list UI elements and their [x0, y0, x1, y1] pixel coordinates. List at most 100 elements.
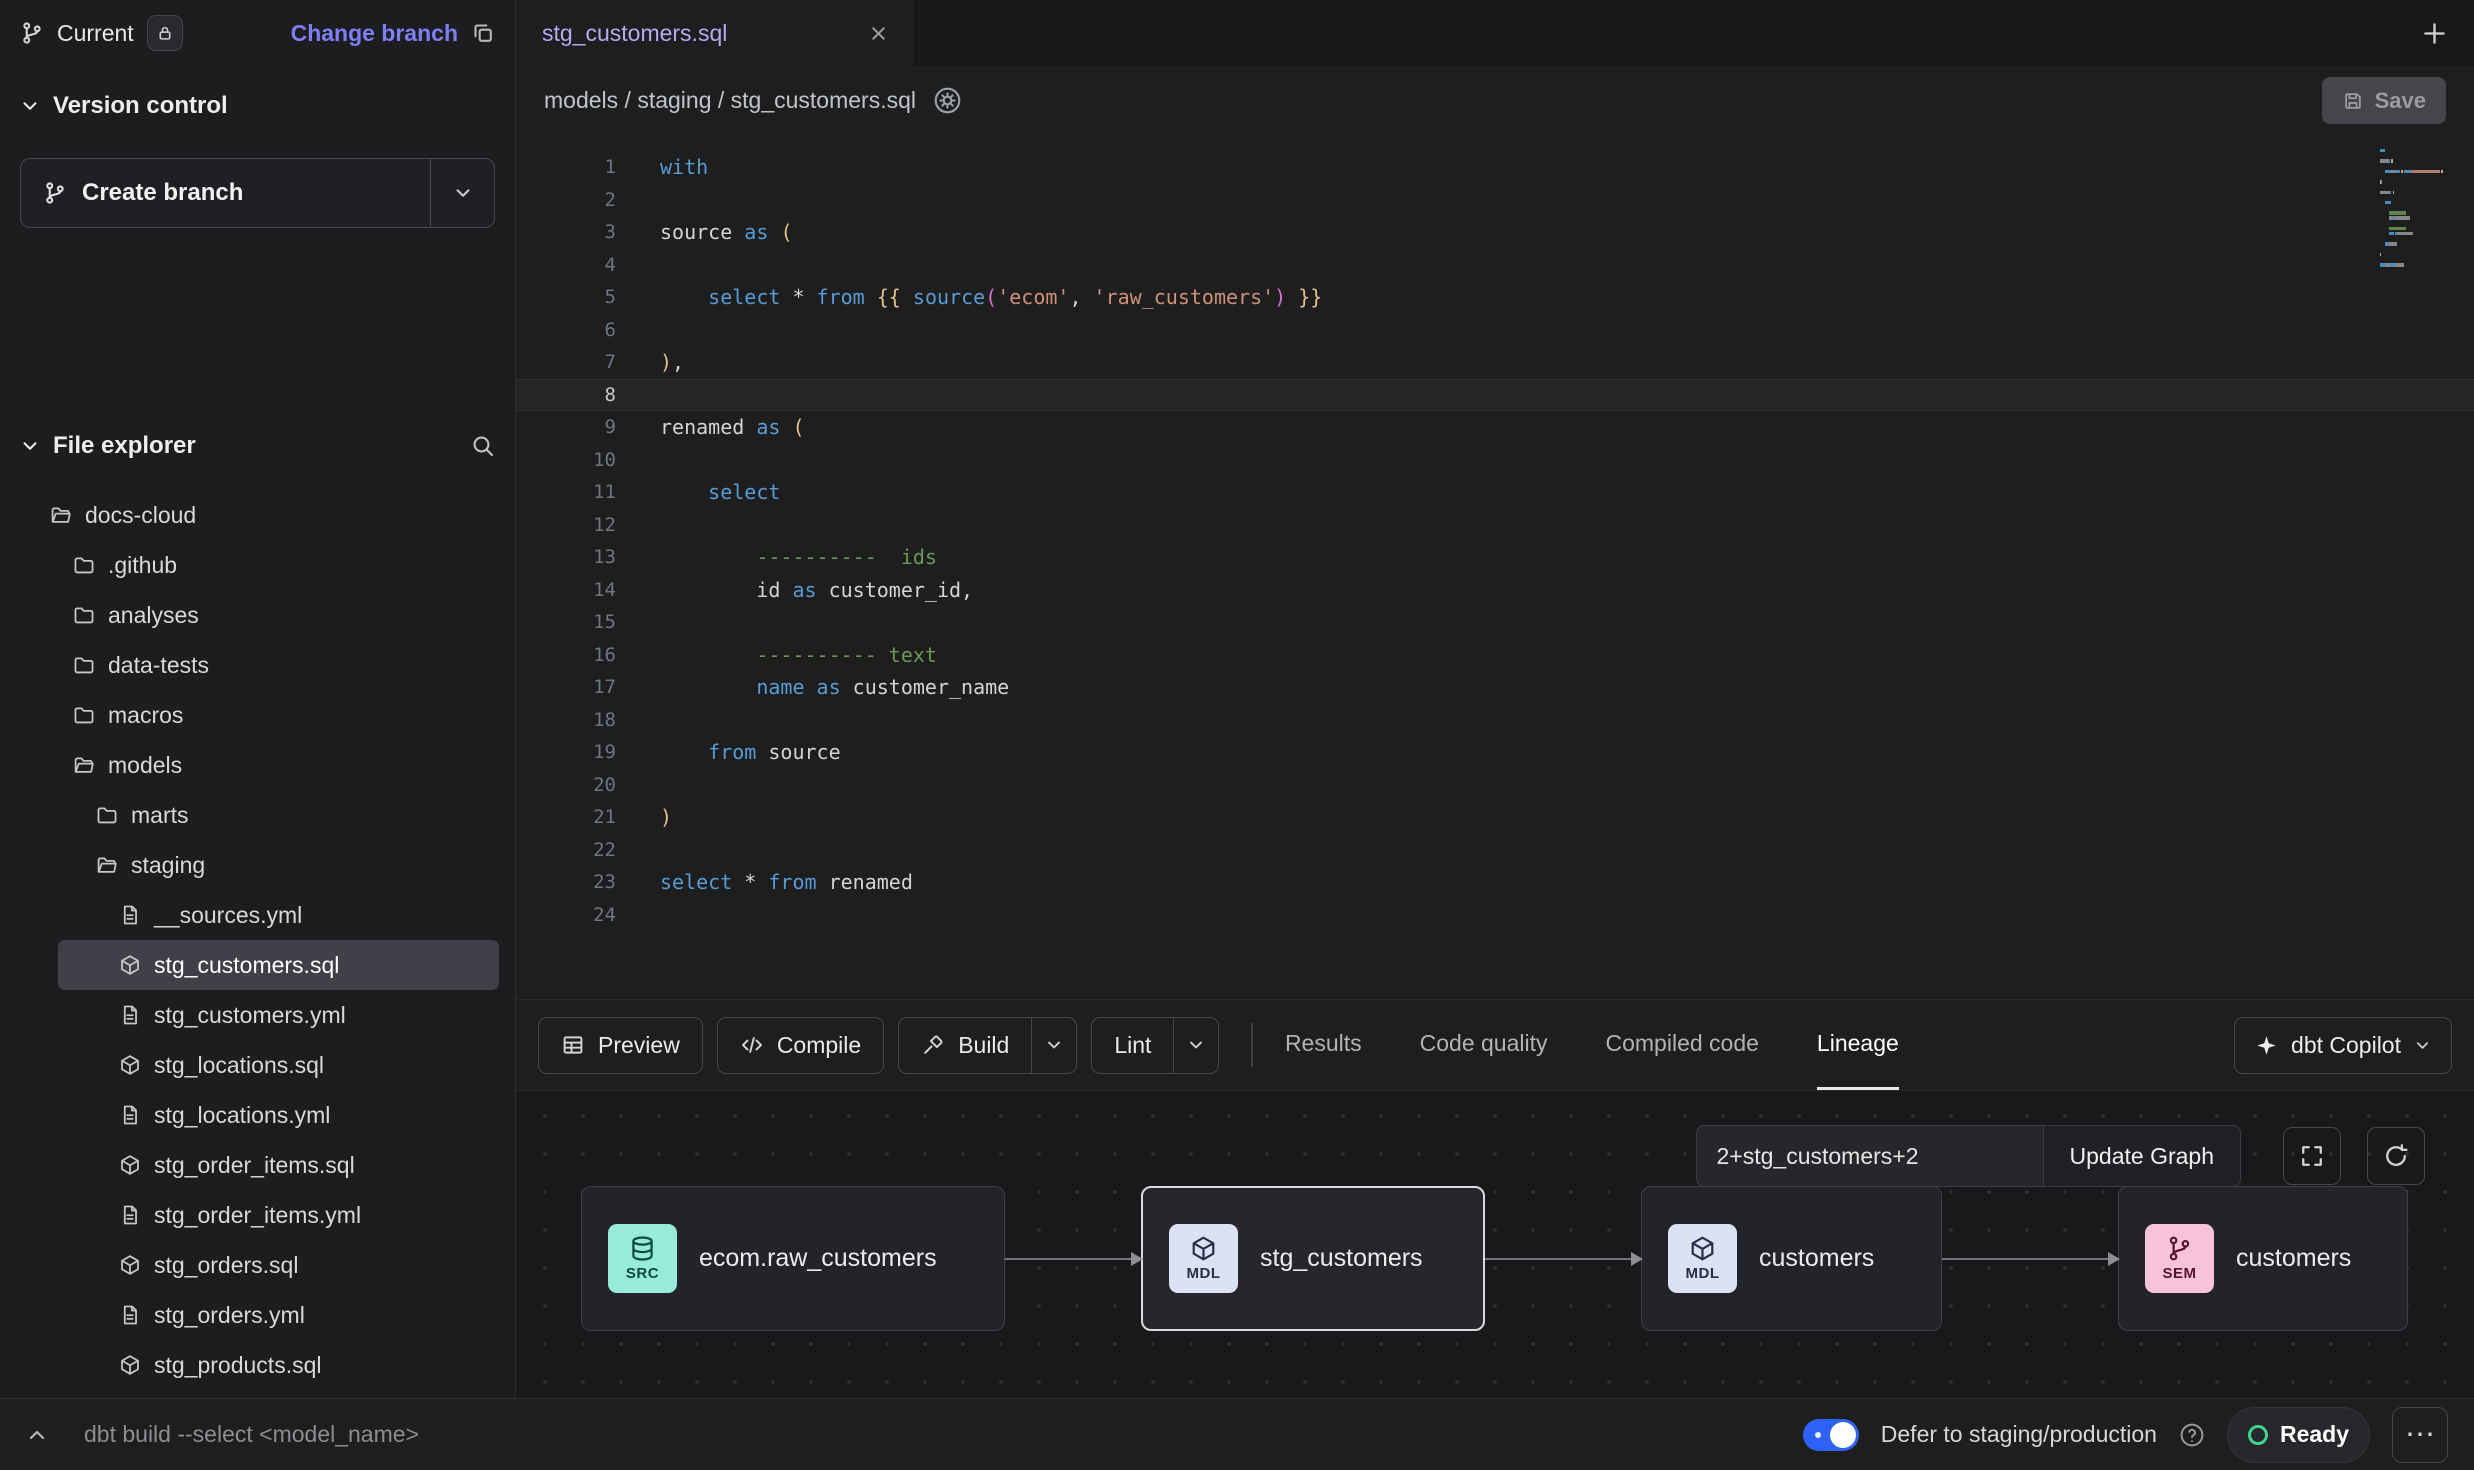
- dbt-copilot-button[interactable]: dbt Copilot: [2234, 1017, 2452, 1074]
- copy-icon[interactable]: [471, 21, 495, 45]
- code-line-18[interactable]: 18: [516, 704, 2474, 737]
- code-editor[interactable]: 1with23source as (45 select * from {{ so…: [516, 135, 2474, 999]
- line-number: 20: [516, 774, 616, 796]
- code-line-21[interactable]: 21): [516, 801, 2474, 834]
- code-line-4[interactable]: 4: [516, 249, 2474, 282]
- search-icon[interactable]: [471, 434, 495, 458]
- tree-item-stg_orders.yml[interactable]: stg_orders.yml: [0, 1290, 515, 1340]
- code-line-9[interactable]: 9renamed as (: [516, 411, 2474, 444]
- build-button[interactable]: Build: [898, 1017, 1031, 1074]
- line-number: 9: [516, 416, 616, 438]
- minimap[interactable]: [2380, 149, 2452, 274]
- copilot-label: dbt Copilot: [2291, 1032, 2401, 1059]
- refresh-button[interactable]: [2367, 1127, 2425, 1185]
- tree-item-.github[interactable]: .github: [0, 540, 515, 590]
- file-settings-icon[interactable]: [933, 86, 962, 115]
- lineage-node-stg-customers[interactable]: MDL stg_customers: [1141, 1186, 1485, 1331]
- tree-item-models[interactable]: models: [0, 740, 515, 790]
- code-line-23[interactable]: 23select * from renamed: [516, 866, 2474, 899]
- tree-item-macros[interactable]: macros: [0, 690, 515, 740]
- defer-toggle[interactable]: [1803, 1419, 1859, 1451]
- tab-stg-customers-sql[interactable]: stg_customers.sql: [516, 0, 916, 66]
- more-menu-button[interactable]: ⋯: [2392, 1407, 2448, 1463]
- code-line-10[interactable]: 10: [516, 444, 2474, 477]
- update-graph-button[interactable]: Update Graph: [2043, 1125, 2241, 1187]
- tree-item-__sources.yml[interactable]: __sources.yml: [0, 890, 515, 940]
- fullscreen-button[interactable]: [2283, 1127, 2341, 1185]
- tree-item-analyses[interactable]: analyses: [0, 590, 515, 640]
- version-control-section-header[interactable]: Version control: [0, 66, 515, 120]
- tree-item-marts[interactable]: marts: [0, 790, 515, 840]
- code-line-8[interactable]: 8: [516, 379, 2474, 412]
- code-line-17[interactable]: 17 name as customer_name: [516, 671, 2474, 704]
- main-area: stg_customers.sql models / staging / stg…: [516, 0, 2474, 1398]
- panel-tab-code-quality[interactable]: Code quality: [1420, 1000, 1548, 1090]
- code-line-16[interactable]: 16 ---------- text: [516, 639, 2474, 672]
- code-line-19[interactable]: 19 from source: [516, 736, 2474, 769]
- new-tab-button[interactable]: [2395, 20, 2474, 47]
- panel-tab-compiled-code[interactable]: Compiled code: [1606, 1000, 1759, 1090]
- tree-item-stg_locations.yml[interactable]: stg_locations.yml: [0, 1090, 515, 1140]
- tree-item-stg_customers.sql[interactable]: stg_customers.sql: [58, 940, 499, 990]
- compile-button[interactable]: Compile: [717, 1017, 884, 1074]
- create-branch-main[interactable]: Create branch: [21, 159, 430, 227]
- change-branch-link[interactable]: Change branch: [291, 20, 458, 47]
- lineage-node-customers-model[interactable]: MDL customers: [1641, 1186, 1942, 1331]
- lineage-node-ecom-raw-customers[interactable]: SRC ecom.raw_customers: [581, 1186, 1005, 1331]
- line-number: 18: [516, 709, 616, 731]
- code-line-1[interactable]: 1with: [516, 151, 2474, 184]
- tree-item-data-tests[interactable]: data-tests: [0, 640, 515, 690]
- code-line-15[interactable]: 15: [516, 606, 2474, 639]
- lint-button[interactable]: Lint: [1091, 1017, 1173, 1074]
- code-line-6[interactable]: 6: [516, 314, 2474, 347]
- code-line-5[interactable]: 5 select * from {{ source('ecom', 'raw_c…: [516, 281, 2474, 314]
- code-line-20[interactable]: 20: [516, 769, 2474, 802]
- tree-item-stg_order_items.yml[interactable]: stg_order_items.yml: [0, 1190, 515, 1240]
- chevron-up-icon[interactable]: [26, 1424, 48, 1446]
- build-dropdown-chevron[interactable]: [1031, 1017, 1077, 1074]
- line-number: 16: [516, 644, 616, 666]
- tree-item-label: data-tests: [108, 652, 209, 679]
- code-line-13[interactable]: 13 ---------- ids: [516, 541, 2474, 574]
- line-number: 8: [516, 384, 616, 406]
- tree-item-docs-cloud[interactable]: docs-cloud: [0, 490, 515, 540]
- tree-item-stg_products.sql[interactable]: stg_products.sql: [0, 1340, 515, 1390]
- tree-item-stg_customers.yml[interactable]: stg_customers.yml: [0, 990, 515, 1040]
- close-tab-icon[interactable]: [868, 23, 889, 44]
- lineage-selector-input[interactable]: [1696, 1125, 2043, 1187]
- tree-item-staging[interactable]: staging: [0, 840, 515, 890]
- code-line-7[interactable]: 7),: [516, 346, 2474, 379]
- file-tree: docs-cloud.githubanalyses data-tests macro…: [0, 490, 515, 1390]
- badge-label: SRC: [626, 1265, 659, 1282]
- code-line-12[interactable]: 12: [516, 509, 2474, 542]
- command-hint[interactable]: dbt build --select <model_name>: [84, 1421, 419, 1448]
- save-button[interactable]: Save: [2322, 77, 2446, 124]
- breadcrumb-bar: models / staging / stg_customers.sql Sav…: [516, 66, 2474, 135]
- code-line-14[interactable]: 14 id as customer_id,: [516, 574, 2474, 607]
- create-branch-dropdown[interactable]: [430, 159, 494, 227]
- tree-item-stg_locations.sql[interactable]: stg_locations.sql: [0, 1040, 515, 1090]
- code-line-11[interactable]: 11 select: [516, 476, 2474, 509]
- tree-item-stg_orders.sql[interactable]: stg_orders.sql: [0, 1240, 515, 1290]
- preview-button[interactable]: Preview: [538, 1017, 703, 1074]
- code-line-22[interactable]: 22: [516, 834, 2474, 867]
- folder-icon: [73, 654, 95, 676]
- code-line-3[interactable]: 3source as (: [516, 216, 2474, 249]
- panel-tab-results[interactable]: Results: [1285, 1000, 1362, 1090]
- lineage-node-customers-semantic[interactable]: SEM customers: [2118, 1186, 2408, 1331]
- code-line-2[interactable]: 2: [516, 184, 2474, 217]
- build-hammer-icon: [921, 1033, 945, 1057]
- file-explorer-section-header[interactable]: File explorer: [0, 432, 515, 460]
- panel-tab-lineage[interactable]: Lineage: [1817, 1000, 1899, 1090]
- tree-item-label: macros: [108, 702, 183, 729]
- cube-icon: [1689, 1235, 1716, 1262]
- version-control-title: Version control: [53, 92, 228, 120]
- create-branch-button[interactable]: Create branch: [20, 158, 495, 228]
- help-icon[interactable]: [2179, 1422, 2205, 1448]
- line-number: 19: [516, 741, 616, 763]
- tree-item-stg_order_items.sql[interactable]: stg_order_items.sql: [0, 1140, 515, 1190]
- code-line-24[interactable]: 24: [516, 899, 2474, 932]
- ready-status-badge[interactable]: Ready: [2227, 1407, 2370, 1463]
- lint-dropdown-chevron[interactable]: [1173, 1017, 1219, 1074]
- create-branch-label: Create branch: [82, 179, 243, 207]
